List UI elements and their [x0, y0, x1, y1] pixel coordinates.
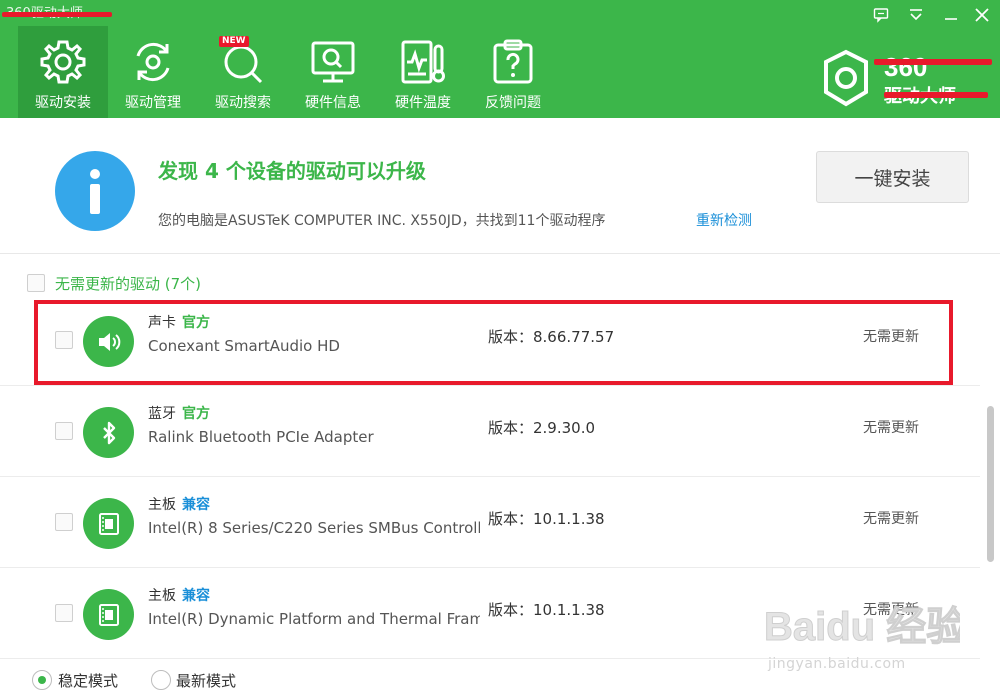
tab-label: 硬件温度 [395, 95, 451, 111]
watermark-url: jingyan.baidu.com [768, 656, 906, 672]
latest-mode-radio[interactable] [151, 670, 171, 690]
search-icon: NEW [219, 36, 267, 86]
menu-icon[interactable] [903, 4, 929, 26]
tab-label: 反馈问题 [485, 95, 541, 111]
redaction-mark [874, 59, 992, 65]
bluetooth-icon [83, 407, 134, 458]
app-window: 360驱动大师 驱 [0, 0, 1000, 700]
device-name: Ralink Bluetooth PCIe Adapter [148, 428, 374, 446]
clipboard-question-icon [489, 38, 537, 86]
list-scrollbar[interactable] [987, 406, 994, 562]
info-icon [55, 151, 135, 231]
highlight-annotation [34, 300, 953, 385]
tab-label: 驱动管理 [125, 95, 181, 111]
device-type-label: 主板 [148, 497, 176, 513]
brand-name: 360 [884, 52, 927, 82]
driver-version: 版本：10.1.1.38 [488, 601, 605, 619]
tab-hardware-info[interactable]: 硬件信息 [288, 26, 378, 118]
computer-info-text: 您的电脑是ASUSTeK COMPUTER INC. X550JD，共找到11个… [158, 213, 606, 229]
tab-label: 硬件信息 [305, 95, 361, 111]
redaction-mark [2, 12, 112, 17]
driver-source-tag: 兼容 [182, 588, 210, 604]
row-checkbox[interactable] [55, 604, 73, 622]
close-icon[interactable] [969, 4, 995, 26]
tab-driver-search[interactable]: NEW 驱动搜索 [198, 26, 288, 118]
watermark-brand: Baidu 经验 [764, 605, 960, 649]
stable-mode-label: 稳定模式 [58, 672, 119, 690]
thermometer-chart-icon [399, 38, 447, 86]
row-checkbox[interactable] [55, 513, 73, 531]
device-type-label: 蓝牙 [148, 406, 176, 422]
update-status: 无需更新 [863, 511, 919, 527]
tab-label: 驱动安装 [35, 95, 91, 111]
driver-version: 版本：2.9.30.0 [488, 419, 596, 437]
brand-logo: 360 驱动大师 [818, 48, 998, 110]
gear-icon [39, 38, 87, 86]
motherboard-icon [83, 498, 134, 549]
device-type-label: 主板 [148, 588, 176, 604]
device-type: 主板 兼容 [148, 494, 210, 514]
feedback-icon[interactable] [868, 4, 894, 26]
tab-label: 驱动搜索 [215, 95, 271, 111]
device-type: 主板 兼容 [148, 585, 210, 605]
refresh-gear-icon [129, 38, 177, 86]
main-nav: 驱动安装 驱动管理 NEW 驱动搜索 硬件信息 硬件温度 反馈问题 [18, 26, 558, 118]
device-name: Intel(R) 8 Series/C220 Series SMBus Cont… [148, 519, 480, 537]
driver-source-tag: 兼容 [182, 497, 210, 513]
recheck-link[interactable]: 重新检测 [696, 210, 752, 230]
header-bar: 360驱动大师 驱 [0, 0, 1000, 118]
minimize-icon[interactable] [938, 4, 964, 26]
update-headline: 发现 4 个设备的驱动可以升级 [158, 159, 426, 183]
driver-source-tag: 官方 [182, 406, 210, 422]
monitor-search-icon [309, 38, 357, 86]
one-click-install-button[interactable]: 一键安装 [816, 151, 969, 203]
driver-version: 版本：10.1.1.38 [488, 510, 605, 528]
driver-row: 主板 兼容 Intel(R) 8 Series/C220 Series SMBus… [0, 478, 980, 568]
device-type: 蓝牙 官方 [148, 403, 210, 423]
update-status: 无需更新 [863, 420, 919, 436]
new-badge: NEW [219, 36, 249, 47]
latest-mode-label: 最新模式 [176, 672, 237, 690]
driver-row: 蓝牙 官方 Ralink Bluetooth PCIe Adapter 版本：2.… [0, 387, 980, 477]
section-label: 无需更新的驱动 (7个) [55, 274, 202, 293]
tab-driver-install[interactable]: 驱动安装 [18, 26, 108, 118]
device-name: Intel(R) Dynamic Platform and Thermal Fr… [148, 610, 480, 628]
redaction-mark [884, 92, 988, 98]
row-checkbox[interactable] [55, 422, 73, 440]
section-checkbox[interactable] [27, 274, 45, 292]
stable-mode-radio[interactable] [32, 670, 52, 690]
tab-hardware-temp[interactable]: 硬件温度 [378, 26, 468, 118]
tab-driver-manage[interactable]: 驱动管理 [108, 26, 198, 118]
update-banner: 发现 4 个设备的驱动可以升级 您的电脑是ASUSTeK COMPUTER IN… [0, 118, 1000, 254]
section-header: 无需更新的驱动 (7个) [27, 266, 201, 300]
tab-feedback[interactable]: 反馈问题 [468, 26, 558, 118]
motherboard-icon [83, 589, 134, 640]
